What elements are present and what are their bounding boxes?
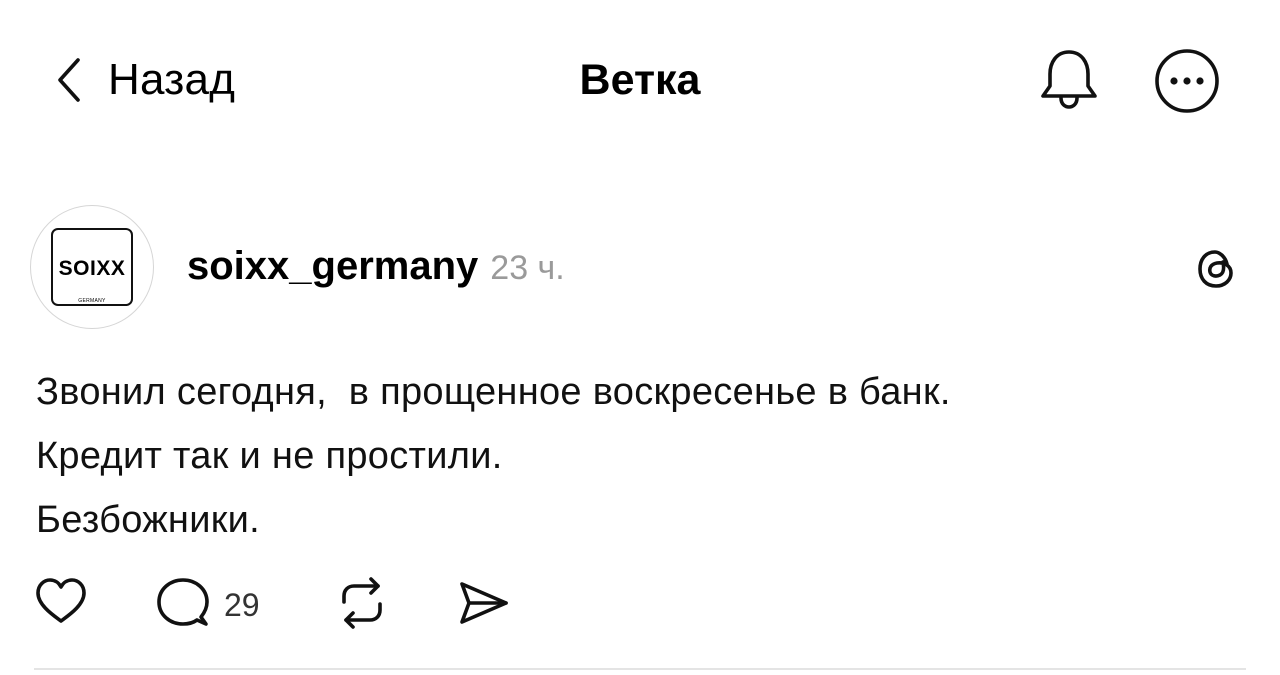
avatar-brand-text: SOIXX [58, 257, 126, 280]
share-button[interactable] [456, 576, 510, 635]
post-text: Звонил сегодня, в прощенное воскресенье … [36, 360, 1236, 552]
username-link[interactable]: soixx_germany [187, 244, 478, 289]
post-text-line: Кредит так и не простили. [36, 435, 503, 477]
bell-icon[interactable] [1037, 46, 1101, 117]
reply-count: 29 [224, 587, 260, 623]
threads-logo-icon[interactable] [1193, 246, 1239, 297]
more-icon [1152, 49, 1222, 120]
avatar-logo: SOIXX GERMANY [51, 228, 133, 306]
thread-page: Назад Ветка SOIXX GERMANY soixx_germany … [0, 0, 1280, 675]
comment-icon [156, 576, 210, 635]
post-meta: soixx_germany 23 ч. [187, 244, 565, 294]
more-options-button[interactable] [1152, 46, 1222, 121]
post-text-line: Безбожники. [36, 499, 261, 541]
post-timestamp: 23 ч. [490, 249, 565, 287]
heart-icon [34, 576, 88, 631]
avatar-sub-text: GERMANY [78, 298, 106, 304]
avatar[interactable]: SOIXX GERMANY [30, 205, 154, 329]
send-icon [456, 576, 510, 635]
reply-button[interactable]: 29 [156, 576, 260, 635]
repost-icon [334, 576, 390, 635]
post-text-line: Звонил сегодня, в прощенное воскресенье … [36, 371, 951, 413]
divider [34, 668, 1246, 670]
like-button[interactable] [34, 576, 88, 631]
repost-button[interactable] [334, 576, 390, 635]
